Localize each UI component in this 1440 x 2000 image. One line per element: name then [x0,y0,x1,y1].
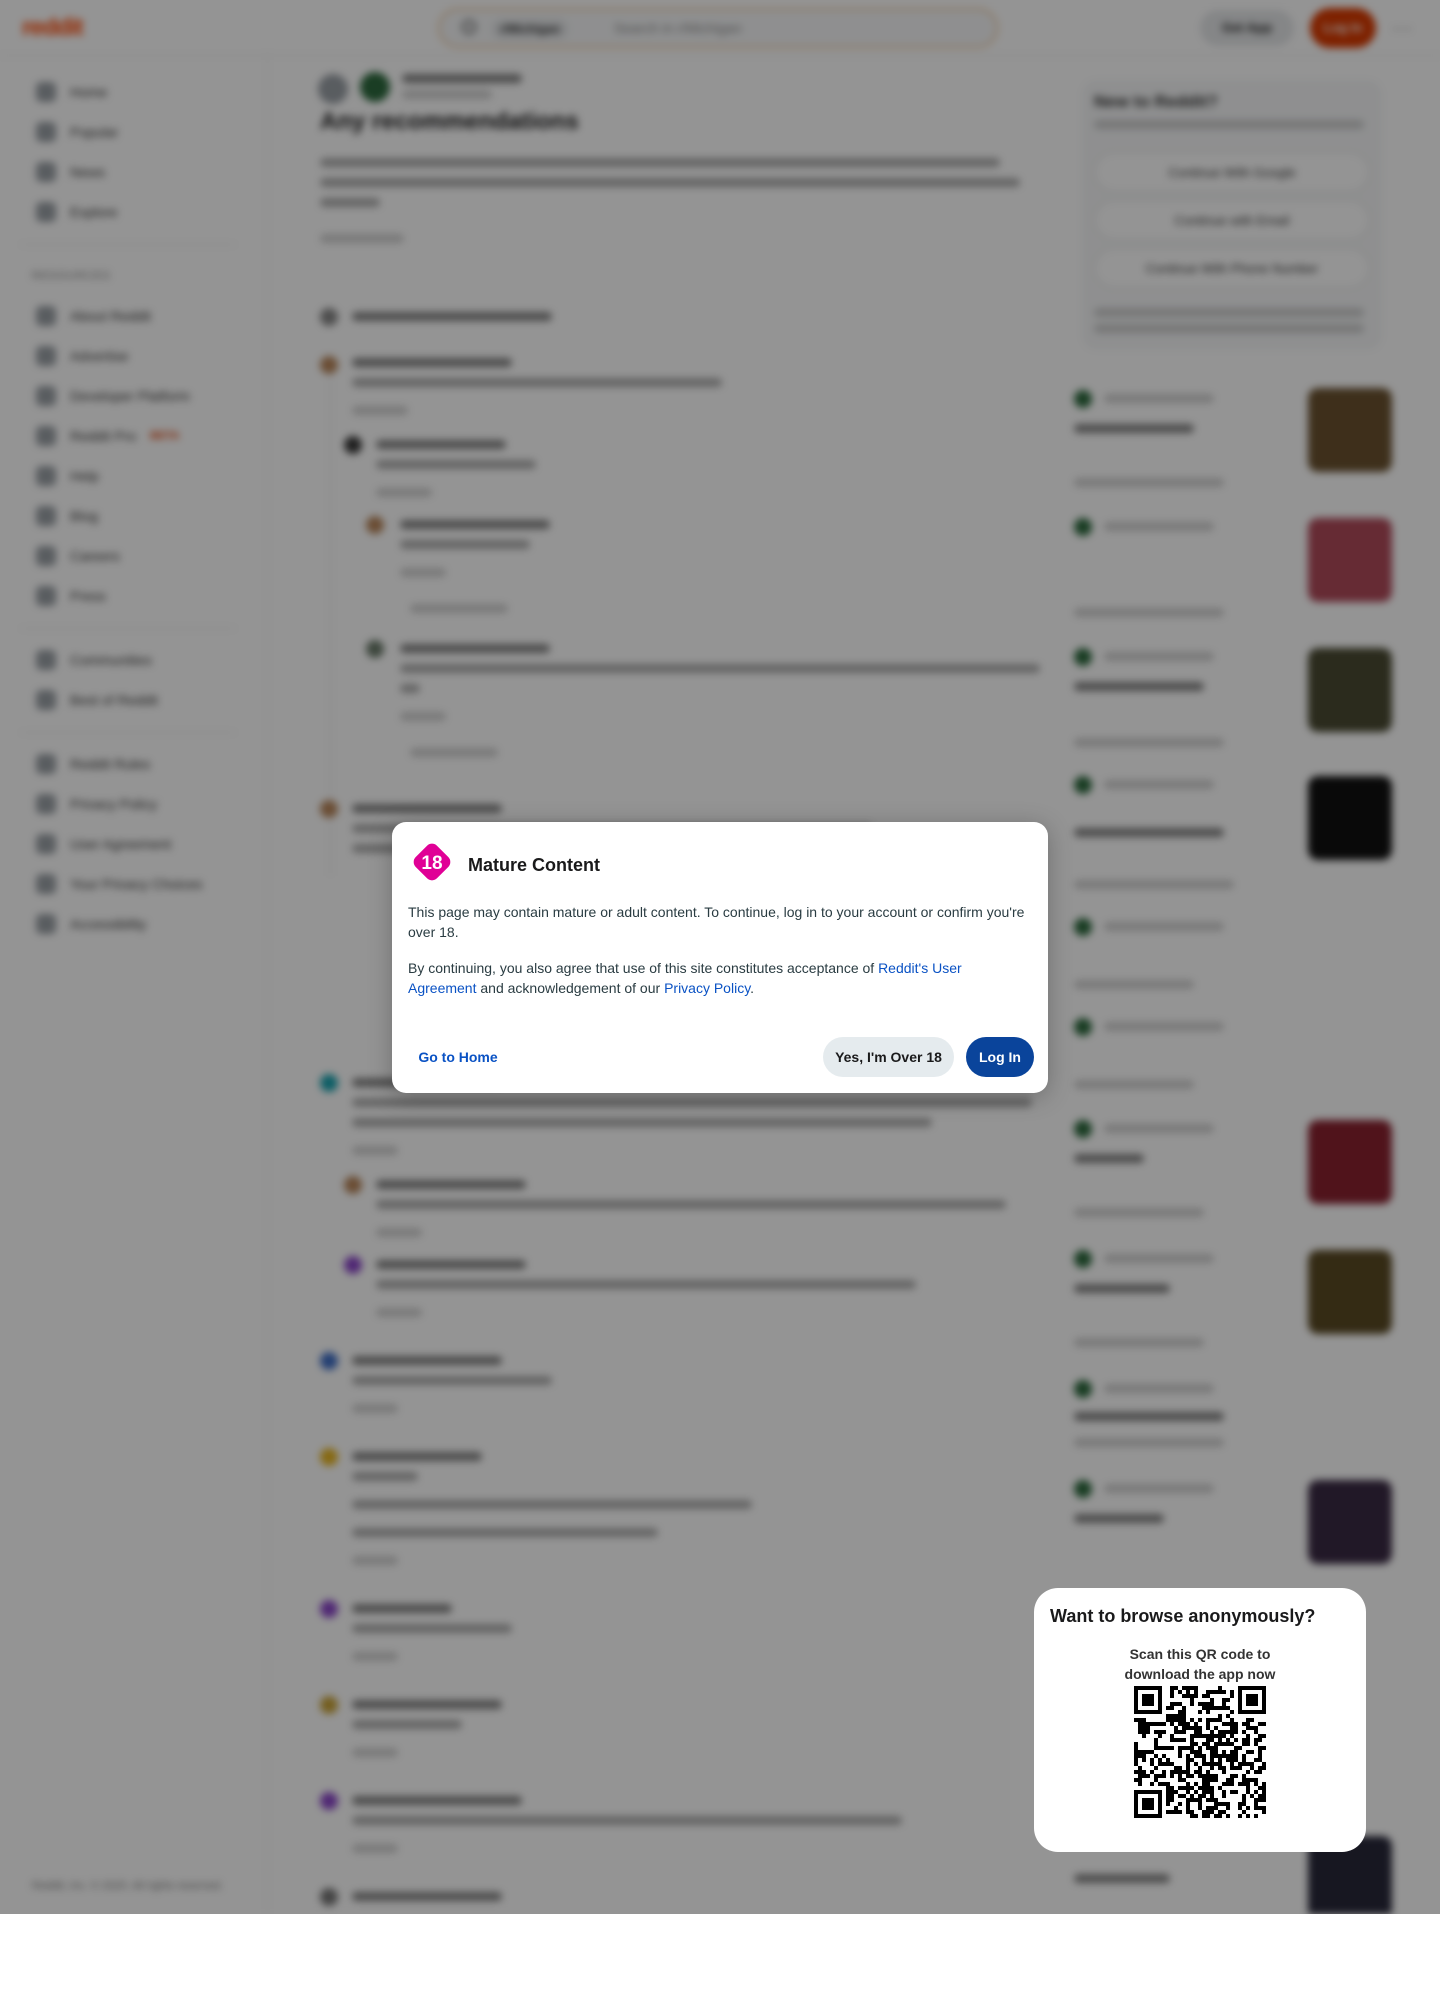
dialog-message: This page may contain mature or adult co… [408,904,1025,940]
page: reddit r/Michigan Search in r/Michigan G… [0,0,1440,2000]
nsfw-18-icon: 18 [413,843,451,881]
dialog-terms: By continuing, you also agree that use o… [408,960,962,996]
svg-text:18: 18 [421,853,442,874]
qr-popup-subtitle: Scan this QR code to download the app no… [1124,1646,1276,1682]
browse-anonymously-popup: Want to browse anonymously? Scan this QR… [1034,1588,1366,1852]
yes-over-18-button[interactable]: Yes, I'm Over 18 [823,1037,954,1077]
dialog-title: Mature Content [468,855,600,875]
qr-code-icon[interactable] [1134,1686,1266,1818]
go-to-home-button[interactable]: Go to Home [408,1037,508,1077]
dialog-body: This page may contain mature or adult co… [408,902,1028,1014]
log-in-button[interactable]: Log In [966,1037,1034,1077]
page-bottom [0,1914,1440,2000]
privacy-policy-link[interactable]: Privacy Policy [664,980,750,996]
qr-popup-title: Want to browse anonymously? [1050,1606,1316,1626]
mature-content-dialog: 18 Mature Content This page may contain … [392,822,1048,1093]
